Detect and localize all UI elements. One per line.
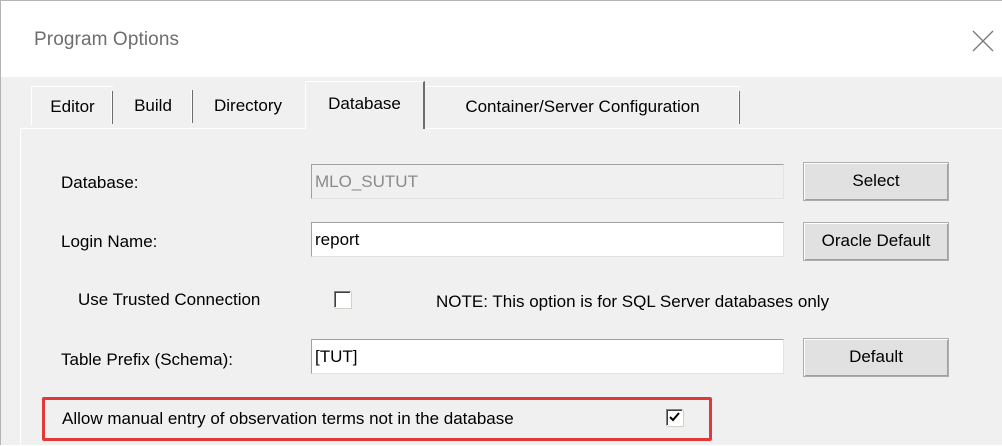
database-field (311, 164, 784, 199)
database-label: Database: (61, 173, 139, 192)
tab-container-server-configuration[interactable]: Container/Server Configuration (425, 86, 740, 125)
use-trusted-connection-checkbox[interactable] (334, 291, 351, 308)
table-prefix-field[interactable] (311, 339, 784, 374)
tab-separator (738, 91, 740, 124)
tab-editor-label: Editor (50, 97, 95, 116)
title-bar: Program Options (1, 1, 1002, 77)
tab-directory-label: Directory (213, 96, 282, 115)
tab-build-label: Build (134, 96, 172, 115)
tab-container-label: Container/Server Configuration (465, 97, 700, 116)
close-icon (972, 30, 994, 52)
program-options-dialog: Program Options Editor Build Directory D… (0, 0, 1002, 446)
highlight-annotation (42, 397, 712, 441)
use-trusted-connection-label: Use Trusted Connection (78, 290, 261, 309)
sql-server-note: NOTE: This option is for SQL Server data… (436, 292, 830, 311)
table-prefix-label: Table Prefix (Schema): (61, 350, 233, 369)
window-title: Program Options (34, 29, 180, 50)
login-name-field[interactable] (311, 222, 784, 257)
select-button[interactable]: Select (803, 162, 949, 201)
tab-directory[interactable]: Directory (193, 86, 303, 125)
tab-database[interactable]: Database (305, 81, 425, 129)
tab-database-label: Database (328, 94, 401, 113)
close-button[interactable] (965, 21, 1002, 61)
tab-build[interactable]: Build (113, 86, 193, 125)
default-button[interactable]: Default (803, 338, 949, 377)
login-name-label: Login Name: (61, 232, 158, 251)
oracle-default-button[interactable]: Oracle Default (803, 222, 949, 261)
tab-editor[interactable]: Editor (31, 86, 113, 125)
